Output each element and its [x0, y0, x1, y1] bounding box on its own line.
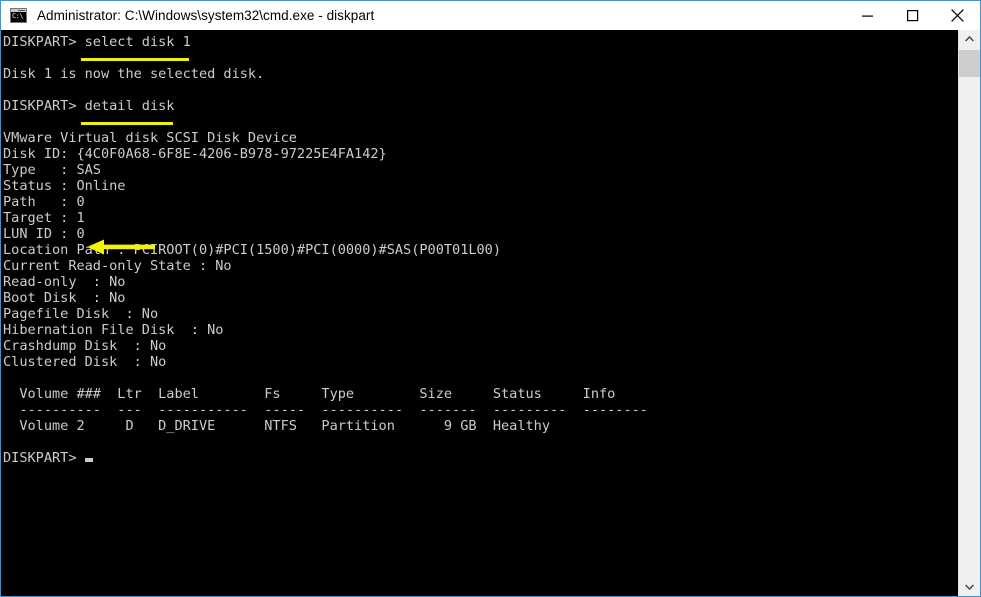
lun-id-arrow-annotation: [87, 238, 155, 261]
minimize-button[interactable]: [845, 1, 890, 30]
terminal-line: DISKPART>: [3, 450, 648, 466]
terminal-line: Status : Online: [3, 178, 126, 194]
scrollbar-thumb[interactable]: [959, 50, 980, 77]
maximize-icon: [906, 9, 918, 21]
window-title: Administrator: C:\Windows\system32\cmd.e…: [37, 8, 375, 23]
chevron-down-icon: [965, 584, 974, 590]
arrow-left-icon: [87, 239, 155, 255]
terminal-line: DISKPART> select disk 1: [3, 34, 191, 50]
chevron-up-icon: [965, 36, 974, 42]
terminal-line: Clustered Disk : No: [3, 354, 167, 370]
window-controls: [845, 1, 980, 30]
terminal-line: Pagefile Disk : No: [3, 306, 159, 322]
scroll-up-button[interactable]: [959, 30, 980, 48]
cmd-icon-text: C:\: [12, 12, 24, 20]
terminal-line: DISKPART> detail disk: [3, 98, 175, 114]
close-button[interactable]: [935, 1, 980, 30]
terminal-line: ---------- --- ----------- ----- -------…: [3, 402, 648, 418]
terminal-line: Disk ID: {4C0F0A68-6F8E-4206-B978-97225E…: [3, 146, 387, 162]
terminal-line: Read-only : No: [3, 274, 126, 290]
terminal-line: Boot Disk : No: [3, 290, 126, 306]
terminal-line: Disk 1 is now the selected disk.: [3, 66, 265, 82]
terminal-line: Path : 0: [3, 194, 85, 210]
minimize-icon: [861, 15, 873, 17]
maximize-button[interactable]: [890, 1, 935, 30]
title-bar[interactable]: C:\ Administrator: C:\Windows\system32\c…: [1, 1, 980, 30]
cmd-console-icon: C:\: [10, 8, 27, 23]
terminal-line: Volume ### Ltr Label Fs Type Size Status…: [3, 386, 616, 402]
highlight-underline-select-disk: [81, 58, 189, 61]
text-cursor: [84, 458, 93, 462]
terminal-line: Volume 2 D D_DRIVE NTFS Partition 9 GB H…: [3, 418, 550, 434]
terminal-line: VMware Virtual disk SCSI Disk Device: [3, 130, 297, 146]
vertical-scrollbar[interactable]: [958, 30, 980, 596]
console-window: C:\ Administrator: C:\Windows\system32\c…: [0, 0, 981, 597]
close-icon: [951, 9, 964, 22]
terminal-line: Type : SAS: [3, 162, 101, 178]
terminal-line: Target : 1: [3, 210, 85, 226]
scrollbar-track[interactable]: [959, 48, 980, 578]
scroll-down-button[interactable]: [959, 578, 980, 596]
terminal-output-area[interactable]: DISKPART> select disk 1 Disk 1 is now the…: [1, 30, 958, 596]
highlight-underline-detail-disk: [81, 122, 173, 125]
terminal-line: Crashdump Disk : No: [3, 338, 167, 354]
terminal-line: Hibernation File Disk : No: [3, 322, 224, 338]
